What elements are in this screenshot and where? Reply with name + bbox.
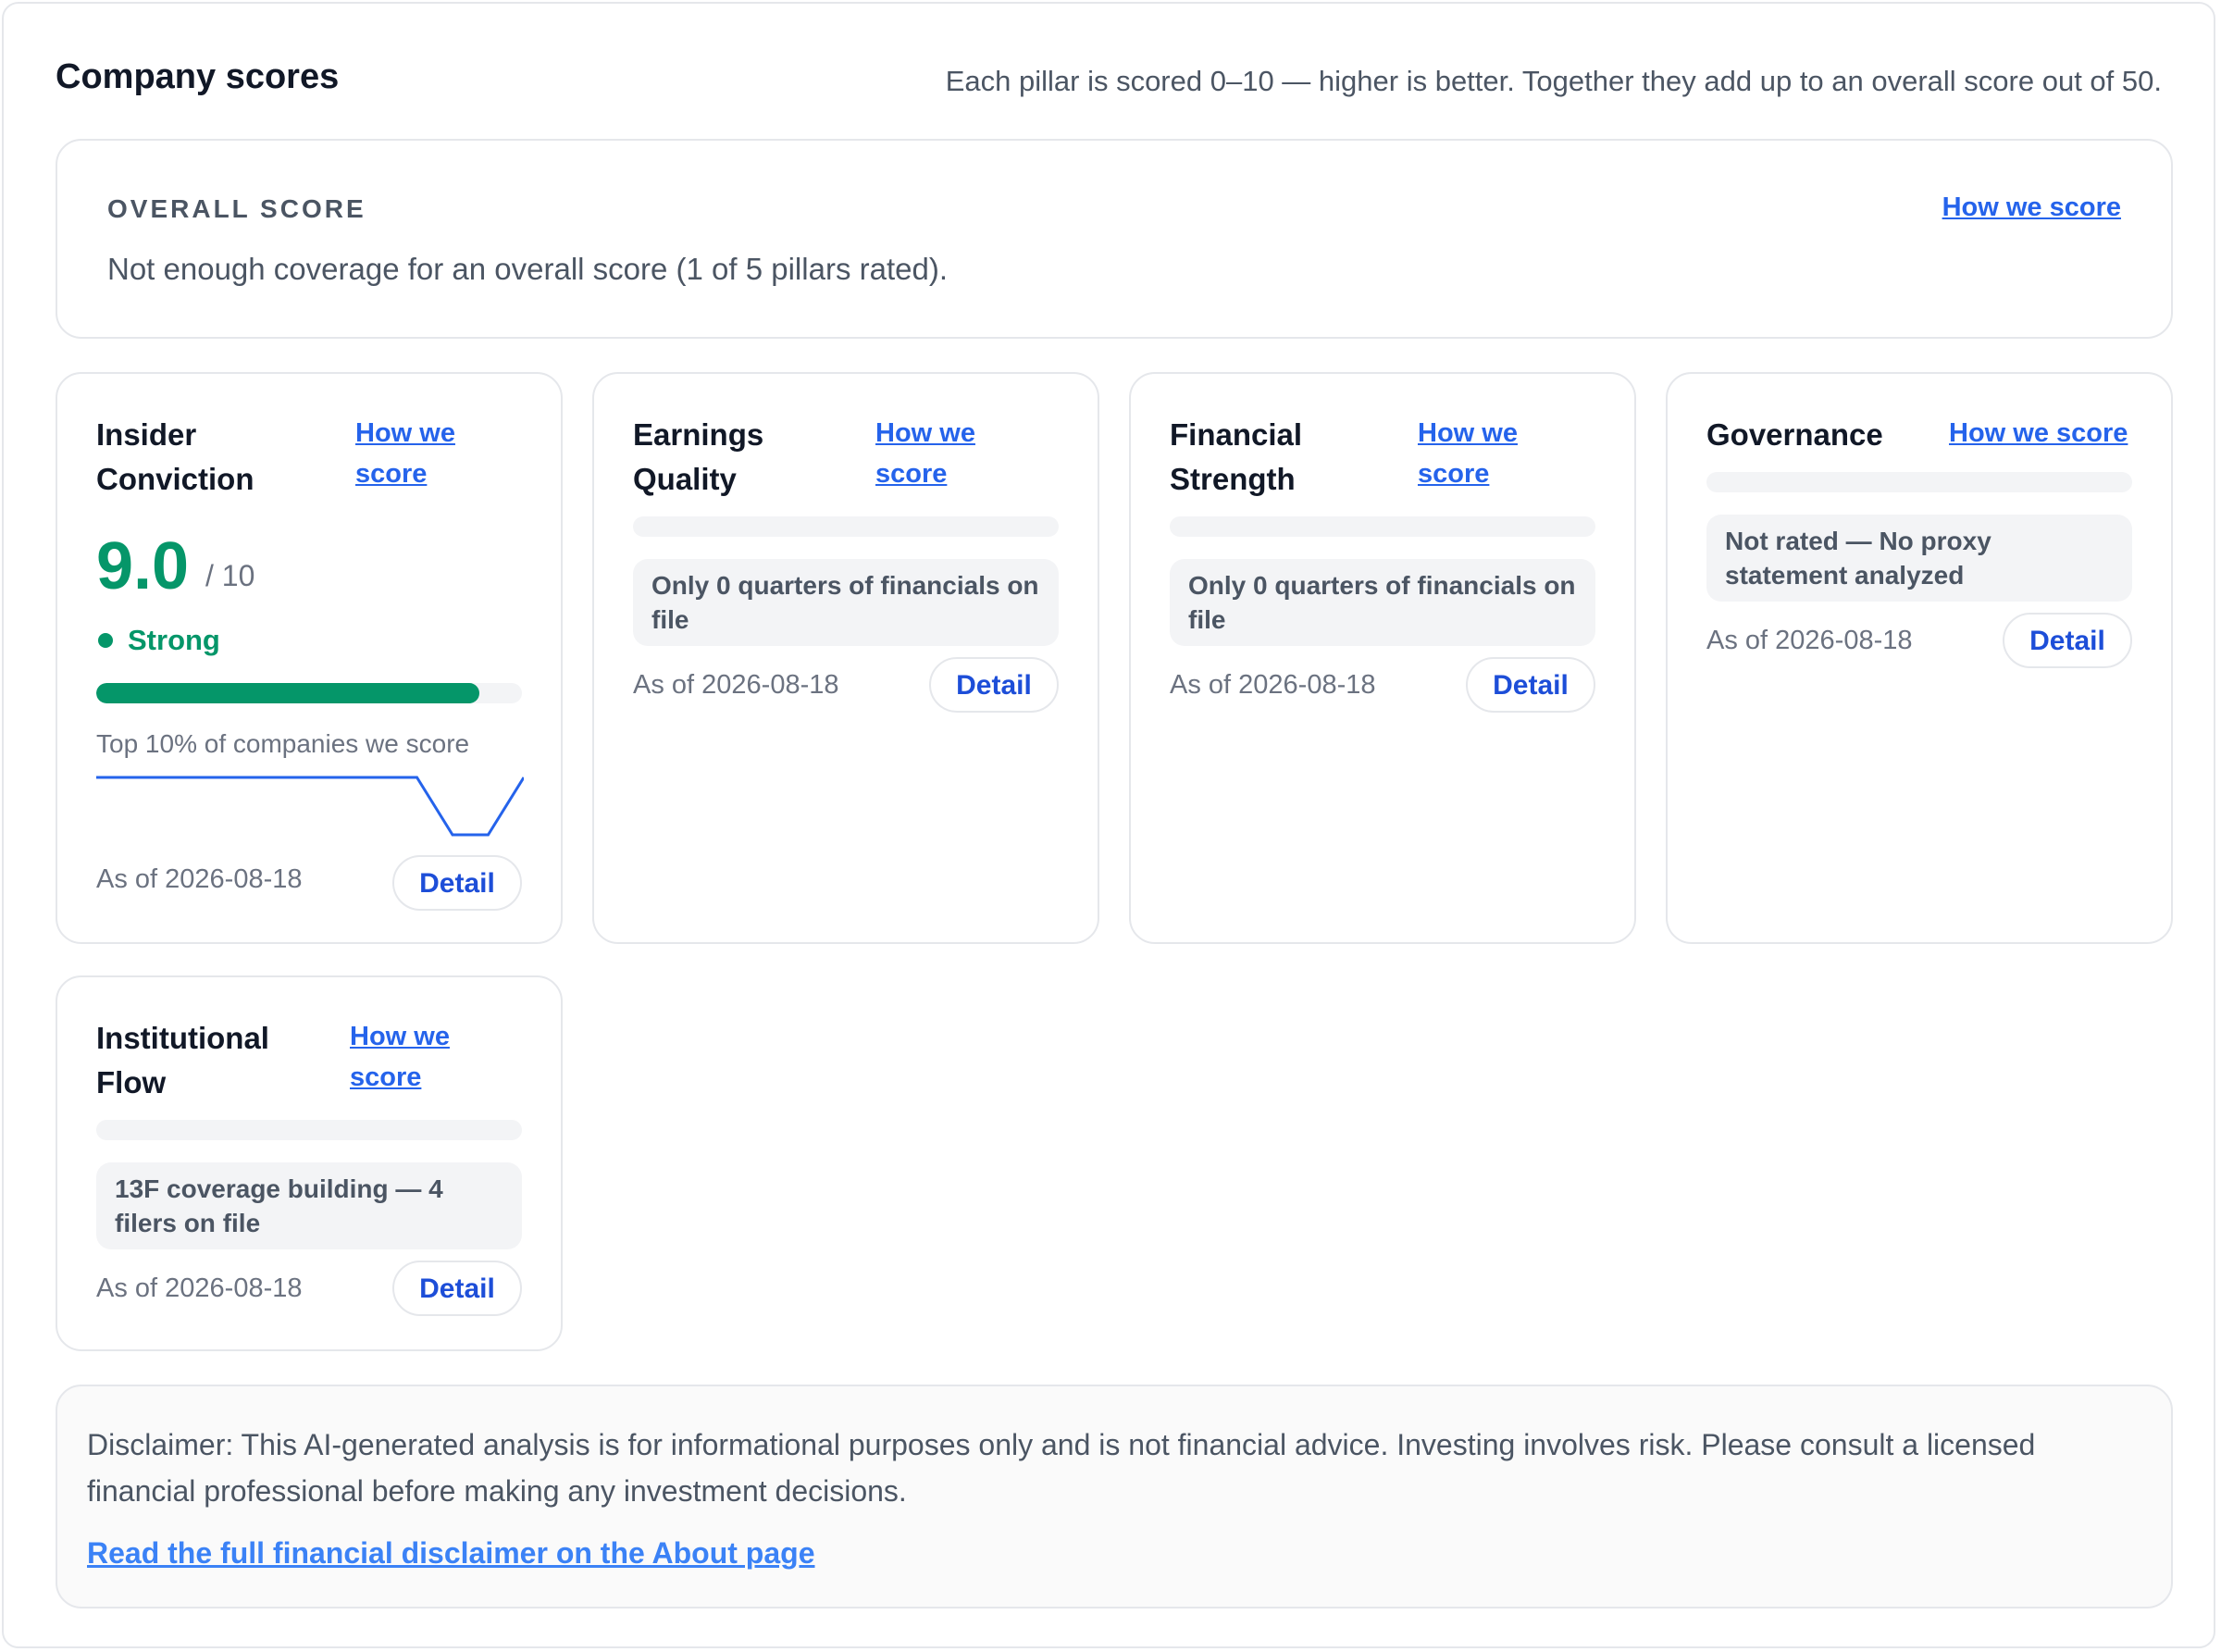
overall-score-label: OVERALL SCORE [107, 194, 366, 223]
score-progress-bar [96, 683, 522, 703]
pillar-title: Institutional Flow [96, 1021, 269, 1099]
as-of-date: As of 2026-08-18 [1706, 626, 1913, 655]
detail-button[interactable]: Detail [929, 657, 1059, 713]
status-badge: Strong [128, 624, 220, 656]
how-we-score-link[interactable]: How we score [1942, 193, 2121, 223]
as-of-date: As of 2026-08-18 [633, 670, 839, 700]
percentile-text: Top 10% of companies we score [96, 729, 470, 758]
coverage-note: 13F coverage building — 4 filers on file [96, 1162, 522, 1249]
pillar-title: Financial Strength [1170, 417, 1303, 496]
pillar-card-insider-conviction: Insider Conviction How we score 9.0 / 10… [56, 372, 563, 944]
disclaimer-link[interactable]: Read the full financial disclaimer on th… [87, 1536, 814, 1571]
page-subtitle: Each pillar is scored 0–10 — higher is b… [945, 65, 2162, 97]
score-progress-fill [96, 683, 479, 703]
score-progress-bar-empty [633, 516, 1059, 537]
pillar-card-governance: Governance How we score Not rated — No p… [1666, 372, 2173, 944]
pillar-title: Earnings Quality [633, 417, 764, 496]
coverage-note: Not rated — No proxy statement analyzed [1706, 515, 2132, 602]
scores-panel: Company scores Each pillar is scored 0–1… [2, 2, 2215, 1648]
score-sparkline [96, 776, 524, 837]
overall-score-message: Not enough coverage for an overall score… [107, 252, 948, 286]
as-of-date: As of 2026-08-18 [1170, 670, 1376, 700]
pillar-title: Insider Conviction [96, 417, 254, 496]
score-progress-bar-empty [96, 1120, 522, 1140]
score-max: / 10 [205, 559, 255, 592]
how-we-score-link[interactable]: How we score [1418, 413, 1538, 494]
pillar-card-earnings-quality: Earnings Quality How we score Only 0 qua… [592, 372, 1099, 944]
pillar-title: Governance [1706, 417, 1883, 452]
as-of-date: As of 2026-08-18 [96, 864, 303, 894]
how-we-score-link[interactable]: How we score [350, 1016, 470, 1098]
detail-button[interactable]: Detail [2003, 613, 2132, 668]
pillar-card-financial-strength: Financial Strength How we score Only 0 q… [1129, 372, 1636, 944]
how-we-score-link[interactable]: How we score [1949, 413, 2171, 453]
score-progress-bar-empty [1706, 472, 2132, 492]
status-dot-icon [98, 633, 113, 648]
as-of-date: As of 2026-08-18 [96, 1273, 303, 1303]
how-we-score-link[interactable]: How we score [355, 413, 476, 494]
pillar-card-institutional-flow: Institutional Flow How we score 13F cove… [56, 975, 563, 1351]
overall-score-card: OVERALL SCORE Not enough coverage for an… [56, 139, 2173, 339]
score-value: 9.0 [96, 529, 190, 603]
sparkline-series [96, 776, 524, 837]
detail-button[interactable]: Detail [392, 855, 522, 911]
page-title: Company scores [56, 57, 340, 96]
score-progress-bar-empty [1170, 516, 1595, 537]
coverage-note: Only 0 quarters of financials on file [633, 559, 1059, 646]
disclaimer-box: Disclaimer: This AI-generated analysis i… [56, 1385, 2173, 1609]
detail-button[interactable]: Detail [392, 1261, 522, 1316]
how-we-score-link[interactable]: How we score [875, 413, 996, 494]
detail-button[interactable]: Detail [1466, 657, 1595, 713]
disclaimer-text: Disclaimer: This AI-generated analysis i… [87, 1428, 2036, 1508]
coverage-note: Only 0 quarters of financials on file [1170, 559, 1595, 646]
